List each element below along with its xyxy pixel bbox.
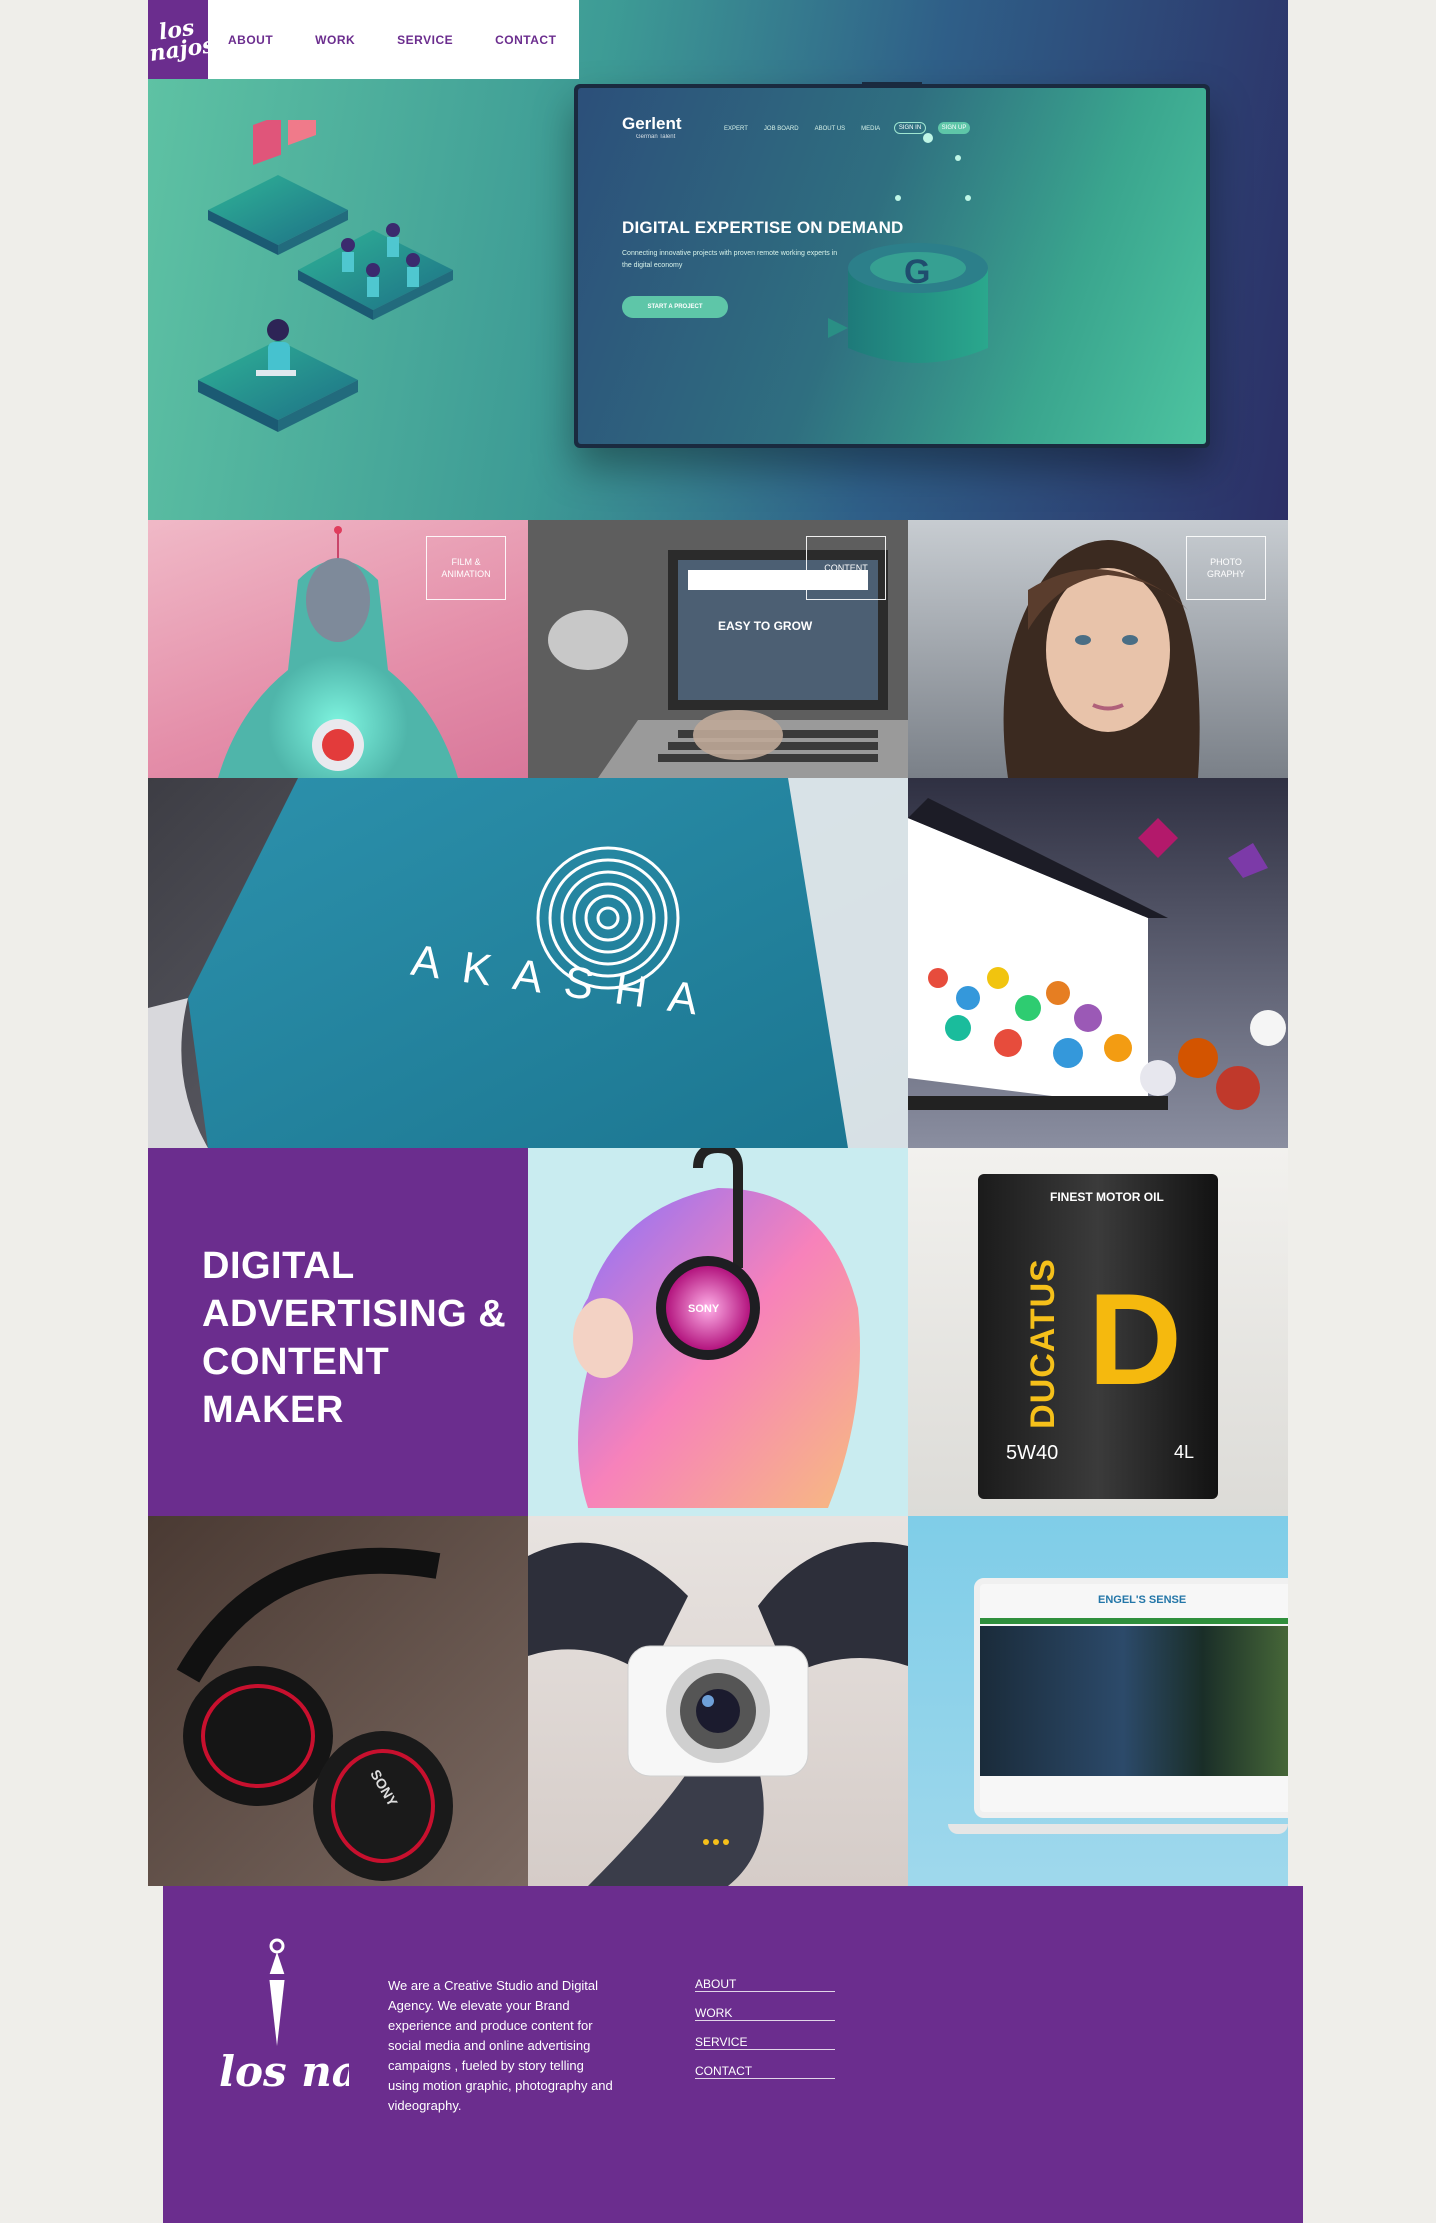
laptop-mockup: ENGEL'S SENSE — [974, 1578, 1288, 1818]
tile-engels-sense[interactable]: ENGEL'S SENSE — [908, 1516, 1288, 1886]
screen-logo: Gerlent German Talent — [622, 114, 682, 140]
screen-menu-item[interactable]: EXPERT — [724, 126, 748, 132]
screen-subtitle: Connecting innovative projects with prov… — [622, 250, 838, 269]
nav-contact[interactable]: CONTACT — [495, 33, 556, 47]
nav-work[interactable]: WORK — [315, 33, 355, 47]
tagline-heading: DIGITAL ADVERTISING & CONTENT MAKER — [202, 1245, 507, 1431]
tv-balls-illustration — [908, 798, 1286, 1110]
tile-label-film: FILM & ANIMATION — [426, 536, 506, 600]
tile-label-photo: PHOTO GRAPHY — [1186, 536, 1266, 600]
brand-logo[interactable]: los najos — [148, 0, 216, 79]
tile-camera[interactable] — [528, 1516, 908, 1886]
headphones-photo-illustration: SONY — [176, 1547, 453, 1881]
screen-cta-button[interactable]: START A PROJECT — [622, 296, 728, 318]
monitor-screen: Gerlent German Talent EXPERT JOB BOARD A… — [578, 88, 1206, 444]
g-letter: G — [904, 253, 930, 291]
tile-film-animation[interactable]: FILM & ANIMATION — [148, 520, 528, 778]
tile-3d-screen[interactable] — [908, 778, 1288, 1148]
nav-links: ABOUT WORK SERVICE CONTACT — [208, 0, 598, 79]
tile-label-content: CONTENT — [806, 536, 886, 600]
footer-description: We are a Creative Studio and Digital Age… — [388, 1978, 613, 2113]
footer-link-work[interactable]: WORK — [695, 2007, 835, 2021]
tile-photography[interactable]: PHOTO GRAPHY — [908, 520, 1288, 778]
top-navigation: los najos ABOUT WORK SERVICE CONTACT — [148, 0, 579, 79]
nav-service[interactable]: SERVICE — [397, 33, 453, 47]
tile-tagline: DIGITAL ADVERTISING & CONTENT MAKER — [148, 1148, 528, 1516]
footer: los najos We are a Creative Studio and D… — [163, 1886, 1303, 2223]
footer-logo-text: los najos — [219, 2047, 349, 2096]
screen-menu-item[interactable]: JOB BOARD — [764, 126, 799, 132]
camera-photo-illustration — [528, 1542, 908, 1886]
tile-content[interactable]: EASY TO GROW CONTENT — [528, 520, 908, 778]
g-cylinder-graphic: G — [828, 128, 988, 363]
hero-monitor: Gerlent German Talent EXPERT JOB BOARD A… — [574, 82, 1210, 448]
svg-text:EASY TO GROW: EASY TO GROW — [718, 619, 813, 633]
tile-motor-oil[interactable]: FINEST MOTOR OIL DUCATUS D 5W40 4L — [908, 1148, 1288, 1516]
tile-sony-music[interactable]: SONY — [528, 1148, 908, 1516]
footer-logo[interactable]: los najos — [209, 1936, 349, 2156]
footer-link-service[interactable]: SERVICE — [695, 2036, 835, 2050]
footer-link-contact[interactable]: CONTACT — [695, 2065, 835, 2079]
isometric-illustration — [198, 120, 453, 432]
sony-headphones-art: SONY — [573, 1148, 860, 1508]
oil-can: FINEST MOTOR OIL DUCATUS D 5W40 4L — [978, 1174, 1218, 1499]
nav-about[interactable]: ABOUT — [228, 33, 273, 47]
footer-link-about[interactable]: ABOUT — [695, 1978, 835, 1992]
sony-cup-label: SONY — [688, 1303, 720, 1315]
akasha-paper-illustration: AKASHA — [148, 778, 908, 1148]
footer-links: ABOUT WORK SERVICE CONTACT — [695, 1978, 835, 2094]
tile-headphones[interactable]: SONY — [148, 1516, 528, 1886]
tile-akasha-branding[interactable]: AKASHA — [148, 778, 908, 1148]
